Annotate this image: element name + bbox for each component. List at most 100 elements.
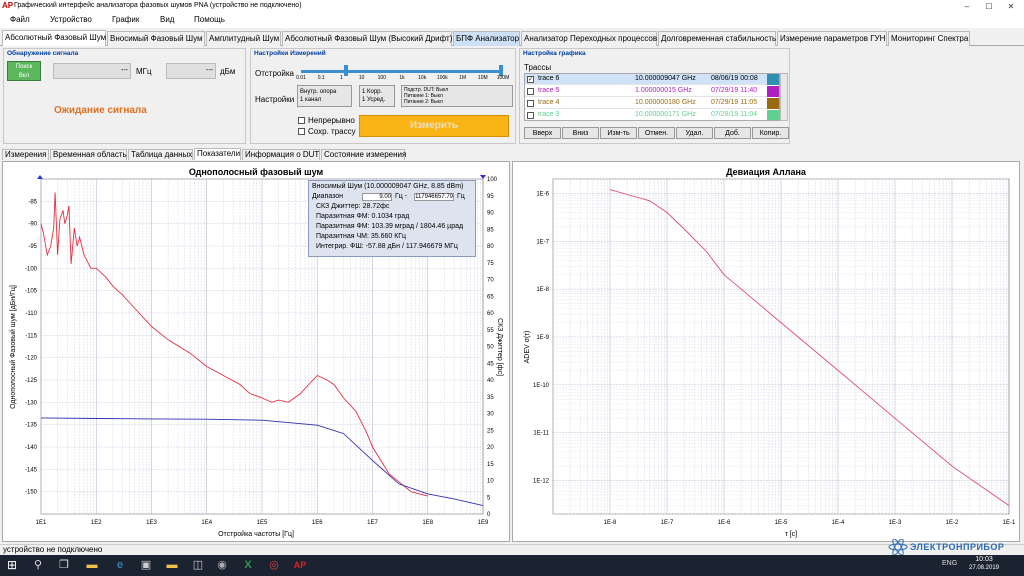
range-mid-label: Гц - [395, 193, 408, 200]
pna-app-icon[interactable]: AP [292, 557, 308, 573]
indicator-integrated-pn: Интегрир. ФШ: -57.88 дБн / 117.946679 МГ… [316, 243, 458, 250]
app-logo: AP [2, 1, 14, 10]
offset-tick-label: 100M [496, 75, 510, 81]
range-to-input[interactable]: 117946657.79 [414, 193, 454, 201]
tab-absolute-phase-noise[interactable]: Абсолютный Фазовый Шум [2, 30, 106, 46]
correlation-settings-button[interactable]: 1 Корр. 1 Усред. [359, 85, 395, 107]
continuous-checkbox[interactable] [298, 117, 305, 124]
trace-date: 07/29/19 11:05 [711, 99, 758, 106]
media-icon[interactable]: ◫ [190, 557, 206, 573]
menu-view[interactable]: Вид [160, 15, 174, 24]
subtab-measurement-state[interactable]: Состояние измерения [321, 149, 406, 160]
search-icon[interactable]: ⚲ [30, 557, 46, 573]
subtab-data-table[interactable]: Таблица данных [128, 149, 193, 160]
range-from-input[interactable]: 9.00 [362, 193, 392, 201]
trace-color-swatch[interactable] [767, 98, 779, 109]
range-start-marker[interactable] [37, 175, 43, 179]
trace-move-up-button[interactable]: Вверх [524, 127, 561, 139]
y-tick-label: -120 [25, 356, 38, 362]
trace-add-button[interactable]: Доб. [714, 127, 751, 139]
allan-title: Девиация Аллана [726, 167, 807, 177]
allan-deviation-panel: Девиация Аллана τ [с] ADEV σ(τ) 1E-8 1E-7… [512, 161, 1020, 542]
range-end-marker[interactable] [480, 175, 486, 179]
offset-tick-label: 100 [377, 75, 386, 81]
reference-label: Внутр. опора [300, 89, 337, 95]
explorer-icon[interactable]: ▬ [84, 557, 100, 573]
menu-file[interactable]: Файл [10, 15, 30, 24]
trace-name: trace 5 [538, 87, 560, 94]
store-icon[interactable]: ▣ [138, 557, 154, 573]
power-settings-button[interactable]: Подстр. DUT: Выкл Питание 1: Выкл Питание … [401, 85, 513, 107]
tab-transient-analyzer[interactable]: Анализатор Переходных процессов [521, 31, 657, 46]
chrome-icon[interactable]: ◎ [266, 557, 282, 573]
reference-settings-button[interactable]: Внутр. опора 1 канал [297, 85, 352, 107]
y-tick-label: 1E-7 [536, 239, 549, 245]
menu-graph[interactable]: График [112, 15, 139, 24]
x-tick-label: 1E7 [367, 520, 378, 526]
app-icon[interactable]: ◉ [214, 557, 230, 573]
trace-color-swatch[interactable] [767, 86, 779, 97]
trace-delete-button[interactable]: Удал. [676, 127, 713, 139]
trace-edit-button[interactable]: Изм-ть [600, 127, 637, 139]
save-trace-checkbox[interactable] [298, 128, 305, 135]
trace-row[interactable]: ✓ trace 6 10.000009047 GHz 08/06/19 00:08 [525, 74, 779, 85]
measure-button[interactable]: Измерить [359, 115, 509, 137]
trace-checkbox[interactable] [527, 100, 534, 107]
subtab-measurements[interactable]: Измерения [2, 149, 49, 160]
trace-list-scrollbar[interactable] [780, 73, 788, 121]
signal-detection-title: Обнаружение сигнала [7, 50, 79, 57]
tab-spectrum-monitor[interactable]: Мониторинг Спектра [888, 31, 970, 46]
trace-checkbox[interactable]: ✓ [527, 76, 534, 83]
x-tick-label: 1E8 [422, 520, 433, 526]
subtab-indicators[interactable]: Показатели [194, 148, 241, 160]
trace-row[interactable]: trace 3 10.000000171 GHz 07/29/19 11:04 [525, 110, 779, 120]
tab-high-drift[interactable]: Абсолютный Фазовый Шум (Высокий Дрифт) [282, 31, 452, 46]
clock-date[interactable]: 27.08.2019 [964, 565, 1004, 571]
tab-vco-measurement[interactable]: Измерение параметров ГУН [777, 31, 887, 46]
tab-long-term-stability[interactable]: Долговременная стабильность [658, 31, 776, 46]
trace-list: ✓ trace 6 10.000009047 GHz 08/06/19 00:08 tr… [524, 73, 780, 121]
trace-row[interactable]: trace 5 1.000000015 GHz 07/29/19 11:40 [525, 86, 779, 97]
menu-help[interactable]: Помощь [194, 15, 225, 24]
folder-icon[interactable]: ▬ [164, 557, 180, 573]
start-icon[interactable]: ⊞ [4, 557, 20, 573]
trace-cancel-button[interactable]: Отмен. [638, 127, 675, 139]
x-tick-label: 1E-6 [718, 520, 731, 526]
offset-slider-track[interactable] [301, 70, 503, 73]
tab-fft-analyzer[interactable]: БПФ Анализатор [453, 31, 520, 46]
close-button[interactable]: ✕ [1000, 0, 1022, 13]
minimize-button[interactable]: – [956, 0, 978, 13]
y2-tick-label: 50 [487, 345, 494, 351]
search-button[interactable]: Поиск Вкл [7, 61, 41, 81]
status-bar: устройство не подключено [0, 544, 1024, 555]
x-tick-label: 1E9 [478, 520, 489, 526]
task-view-icon[interactable]: ❐ [56, 557, 72, 573]
excel-icon[interactable]: X [240, 557, 256, 573]
tab-additive-phase-noise[interactable]: Вносимый Фазовый Шум [107, 31, 205, 46]
graph-settings-group: Настройка графика Трассы ✓ trace 6 10.0000… [519, 48, 790, 144]
trace-checkbox[interactable] [527, 88, 534, 95]
tab-amplitude-noise[interactable]: Амплитудный Шум [206, 31, 281, 46]
menu-device[interactable]: Устройство [50, 15, 92, 24]
subtab-dut-info[interactable]: Информация о DUT [242, 149, 320, 160]
allan-deviation-chart: Девиация Аллана τ [с] ADEV σ(τ) 1E-8 1E-7… [524, 167, 1016, 538]
trace-color-swatch[interactable] [767, 110, 779, 120]
offset-tick-label: 10M [477, 75, 488, 81]
language-indicator[interactable]: ENG [942, 560, 957, 567]
subtab-time-domain[interactable]: Временная область [50, 149, 127, 160]
supply2-label: Питание 2: Выкл [404, 99, 443, 105]
y-tick-label: 1E-6 [536, 191, 549, 197]
trace-copy-button[interactable]: Копир. [752, 127, 789, 139]
trace-move-down-button[interactable]: Вниз [562, 127, 599, 139]
status-text: устройство не подключено [3, 545, 103, 554]
offset-tick-label: 0.01 [296, 75, 306, 81]
trace-checkbox[interactable] [527, 112, 534, 119]
y-tick-label: -110 [25, 311, 37, 317]
y-tick-label: -135 [25, 423, 38, 429]
trace-row[interactable]: trace 4 10.000000180 GHz 07/29/19 11:05 [525, 98, 779, 109]
edge-icon[interactable]: e [112, 557, 128, 573]
trace-color-swatch[interactable] [767, 74, 779, 85]
clock-time[interactable]: 10:03 [966, 556, 1002, 563]
maximize-button[interactable]: ☐ [978, 0, 1000, 13]
trace-frequency: 10.000000171 GHz [635, 111, 696, 118]
